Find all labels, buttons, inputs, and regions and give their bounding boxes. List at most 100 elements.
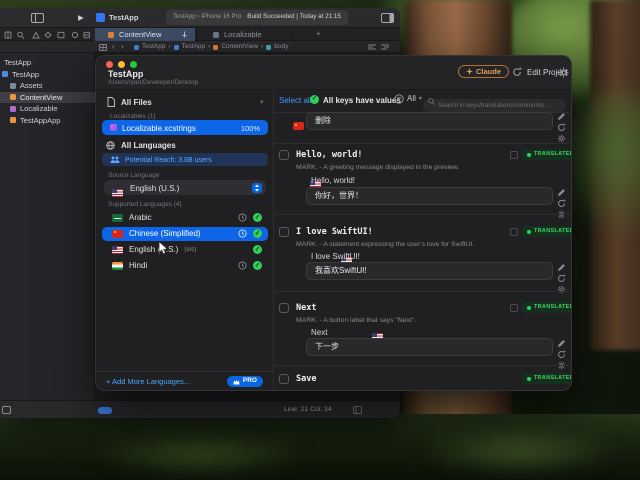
refresh-icon[interactable] (512, 67, 522, 77)
breadcrumb-item[interactable]: body (274, 44, 288, 51)
activity-status-bar[interactable]: TestApp › iPhone 16 Pro Build Succeeded … (166, 10, 348, 25)
app-icon (96, 13, 105, 22)
retranslate-icon[interactable] (557, 274, 566, 283)
search-wrap[interactable] (423, 94, 566, 112)
edit-icon[interactable] (557, 263, 566, 272)
edit-icon[interactable] (557, 112, 566, 121)
retranslate-icon[interactable] (557, 350, 566, 359)
run-button[interactable]: ▶ (78, 14, 84, 22)
minimap-icon[interactable] (381, 44, 389, 50)
language-name: English (U.S.) (129, 246, 178, 254)
settings-icon[interactable] (557, 285, 566, 294)
inspector-toggle-icon[interactable] (381, 13, 394, 23)
divider (274, 365, 572, 366)
breakpoint-toggle[interactable] (98, 407, 112, 414)
zoom-button[interactable] (130, 61, 137, 68)
file-item-selected[interactable]: ContentView (0, 92, 95, 104)
window-subtitle-path: /Users/ryan/Developer/Desktop (108, 80, 198, 87)
breadcrumb-item[interactable]: TestApp (142, 44, 166, 51)
build-status: Build Succeeded | Today at 21:15 (247, 14, 341, 20)
field-actions (557, 263, 566, 294)
xcode-jump-bar: ‹ › TestApp › TestApp › ContentView › bo… (0, 41, 400, 53)
retranslate-icon[interactable] (557, 199, 566, 208)
entry-checkbox[interactable] (279, 374, 289, 384)
language-row-english[interactable]: English (U.S.) (src) ✓ (102, 243, 268, 257)
related-items-icon[interactable] (99, 44, 107, 51)
keys-status-label: All keys have values (323, 97, 401, 105)
select-all-button[interactable]: Select all (279, 97, 311, 105)
language-row-chinese-selected[interactable]: Chinese (Simplified) ✓ (102, 227, 268, 241)
entry-checkbox[interactable] (279, 303, 289, 313)
forward-icon[interactable]: › (121, 43, 124, 51)
minimize-button[interactable] (118, 61, 125, 68)
xcstrings-file-row[interactable]: Localizable.xcstrings 100% (102, 120, 268, 135)
claude-button[interactable]: Claude (458, 65, 509, 78)
folder-icon (174, 45, 179, 50)
search-input[interactable] (423, 99, 566, 112)
adjust-editor-icon[interactable] (368, 44, 376, 50)
language-row-arabic[interactable]: Arabic ✓ (102, 211, 268, 225)
saudi-flag-icon (112, 214, 123, 222)
console-toggle-icon[interactable] (2, 406, 11, 414)
editor-mode-icon[interactable] (353, 406, 362, 414)
close-button[interactable] (106, 61, 113, 68)
china-flag-icon (112, 230, 123, 238)
breadcrumb-item[interactable]: ContentView (221, 44, 258, 51)
translated-check-icon: ✓ (253, 261, 262, 270)
source-language-dropdown[interactable]: English (U.S.) (104, 180, 266, 195)
back-icon[interactable]: ‹ (112, 43, 115, 51)
translated-badge: TRANSLATED (522, 226, 572, 237)
file-item[interactable]: Localizable (0, 103, 95, 115)
file-item[interactable]: TestApp (0, 57, 95, 69)
retranslate-icon[interactable] (557, 123, 566, 132)
reach-label: Potential Reach: 3.6B users (125, 157, 212, 164)
file-item[interactable]: TestApp (0, 69, 95, 81)
entry-checkbox[interactable] (279, 227, 289, 237)
all-languages-row[interactable]: All Languages (96, 138, 274, 152)
status-mini-icon (510, 151, 518, 159)
navigator-icons[interactable] (4, 31, 90, 39)
add-more-languages-button[interactable]: + Add More Languages... (106, 378, 190, 386)
tab-contentview[interactable]: ContentView (95, 28, 195, 41)
all-languages-label: All Languages (121, 142, 176, 150)
window-title: TestApp (108, 70, 143, 79)
filter-dropdown[interactable]: All ▾ (394, 94, 422, 104)
languages-sidebar: All Files ▾ Localizables (1) Localizable… (96, 90, 274, 371)
add-tab-icon[interactable]: + (316, 30, 321, 38)
window-header[interactable]: TestApp /Users/ryan/Developer/Desktop Cl… (96, 56, 571, 90)
chevron-down-icon: ▾ (419, 96, 422, 102)
entry-checkbox[interactable] (279, 150, 289, 160)
source-language-label: Source Language (108, 173, 159, 180)
breadcrumb-item[interactable]: TestApp (182, 44, 206, 51)
translation-field[interactable]: 你好，世界！ (306, 187, 553, 205)
entry-comment: MARK: - A button label that says "Next". (296, 318, 416, 325)
file-item[interactable]: Assets (0, 80, 95, 92)
file-item[interactable]: TestAppApp (0, 115, 95, 127)
gear-icon[interactable] (558, 67, 569, 78)
clock-icon (238, 261, 247, 270)
sidebar-toggle-icon[interactable] (31, 13, 44, 23)
settings-icon[interactable] (557, 134, 566, 143)
pro-badge[interactable]: PRO (227, 376, 263, 387)
translation-field[interactable]: 我喜欢SwiftUI! (306, 262, 553, 280)
potential-reach-row[interactable]: Potential Reach: 3.6B users (102, 153, 268, 166)
supported-languages-label: Supported Languages (4) (108, 202, 182, 209)
breadcrumb[interactable]: TestApp › TestApp › ContentView › body (134, 44, 288, 51)
edit-icon[interactable] (557, 188, 566, 197)
xcode-project-title: TestApp (109, 14, 138, 22)
entry-source: I love SwiftUI! (311, 253, 360, 261)
language-row-hindi[interactable]: Hindi ✓ (102, 259, 268, 273)
xcode-tab-bar: ContentView Localizable + (0, 28, 400, 41)
translated-check-icon: ✓ (253, 245, 262, 254)
clock-icon (238, 213, 247, 222)
desktop: ▶ TestApp TestApp › iPhone 16 Pro Build … (0, 0, 640, 480)
translation-field[interactable]: 删除 (306, 112, 553, 130)
translated-check-icon: ✓ (253, 229, 262, 238)
pin-icon[interactable] (181, 31, 188, 38)
edit-icon[interactable] (557, 339, 566, 348)
tab-localizable[interactable]: Localizable (196, 28, 292, 41)
all-files-row[interactable]: All Files ▾ (96, 94, 274, 109)
xcode-bottom-bar: Line: 21 Col: 34 (0, 400, 400, 418)
translation-field[interactable]: 下一步 (306, 338, 553, 356)
globe-icon (106, 141, 115, 150)
